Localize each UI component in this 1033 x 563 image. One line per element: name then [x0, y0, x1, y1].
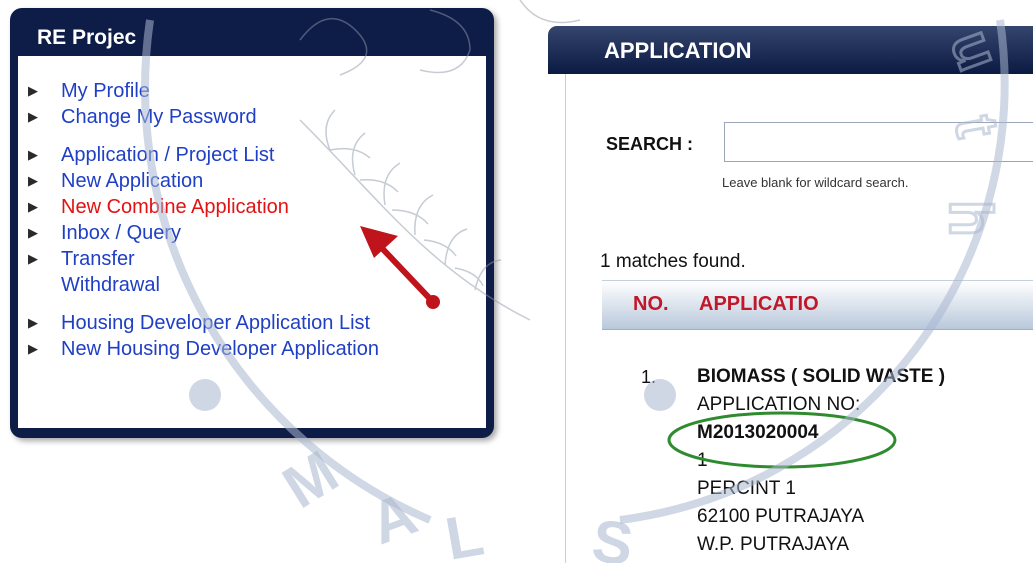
- sidebar-item-transfer-withdrawal[interactable]: ▶ Transfer Withdrawal: [28, 246, 379, 298]
- sidebar-item-label[interactable]: My Profile: [61, 80, 150, 102]
- sidebar-item-label[interactable]: New Combine Application: [61, 196, 289, 218]
- sidebar-menu: ▶ My Profile ▶ Change My Password ▶ Appl…: [28, 78, 379, 362]
- watermark-letter: M: [271, 438, 349, 521]
- sidebar-item-label[interactable]: New Housing Developer Application: [61, 338, 379, 360]
- triangle-bullet-icon: ▶: [28, 147, 38, 162]
- main-header: APPLICATION: [548, 26, 1033, 74]
- address-line: PERCINT 1: [697, 478, 796, 499]
- sidebar-item-inbox-query[interactable]: ▶ Inbox / Query: [28, 220, 379, 246]
- sidebar-item-label[interactable]: Withdrawal: [61, 274, 160, 296]
- sidebar-item-label[interactable]: New Application: [61, 170, 203, 192]
- table-row[interactable]: BIOMASS ( SOLID WASTE ) APPLICATION NO: …: [697, 363, 945, 559]
- search-label: SEARCH :: [606, 134, 694, 154]
- column-header-no: NO.: [633, 293, 669, 315]
- triangle-bullet-icon: ▶: [28, 341, 38, 356]
- table-header: NO. APPLICATIO: [602, 280, 1033, 330]
- watermark-letter: A: [362, 479, 426, 557]
- sidebar-item-label[interactable]: Transfer: [61, 248, 135, 270]
- triangle-bullet-icon: ▶: [28, 251, 38, 266]
- address-line: W.P. PUTRAJAYA: [697, 534, 850, 555]
- pointer-arrow-icon: [360, 226, 440, 309]
- triangle-bullet-icon: ▶: [28, 315, 38, 330]
- triangle-bullet-icon: ▶: [28, 199, 38, 214]
- triangle-bullet-icon: ▶: [28, 173, 38, 188]
- application-number[interactable]: M2013020004: [697, 419, 945, 447]
- sidebar-item-new-housing-developer-application[interactable]: ▶ New Housing Developer Application: [28, 336, 379, 362]
- sidebar-title: RE Projec: [37, 26, 137, 49]
- sidebar-item-label[interactable]: Application / Project List: [61, 144, 274, 166]
- sidebar-item-my-profile[interactable]: ▶ My Profile: [28, 78, 379, 104]
- match-count: 1 matches found.: [600, 251, 746, 272]
- sidebar-item-housing-developer-list[interactable]: ▶ Housing Developer Application List: [28, 310, 379, 336]
- sidebar-item-change-password[interactable]: ▶ Change My Password: [28, 104, 379, 130]
- sidebar-item-label[interactable]: Housing Developer Application List: [61, 312, 370, 334]
- address-line: 1: [697, 450, 708, 471]
- sidebar-item-application-list[interactable]: ▶ Application / Project List: [28, 142, 379, 168]
- sidebar-item-new-combine-application[interactable]: ▶ New Combine Application: [28, 194, 379, 220]
- address-line: 62100 PUTRAJAYA: [697, 506, 865, 527]
- sidebar-item-label[interactable]: Inbox / Query: [61, 222, 181, 244]
- triangle-bullet-icon: ▶: [28, 109, 38, 124]
- search-hint: Leave blank for wildcard search.: [722, 175, 909, 190]
- application-no-label: APPLICATION NO:: [697, 394, 861, 415]
- page-title: APPLICATION: [604, 38, 752, 63]
- column-header-application: APPLICATIO: [699, 293, 819, 315]
- search-input[interactable]: [724, 122, 1033, 162]
- project-type: BIOMASS ( SOLID WASTE ): [697, 366, 946, 387]
- triangle-bullet-icon: ▶: [28, 83, 38, 98]
- sidebar-item-label[interactable]: Change My Password: [61, 106, 257, 128]
- table-row-number: 1.: [641, 367, 657, 387]
- watermark-letter: L: [441, 500, 489, 563]
- triangle-bullet-icon: ▶: [28, 225, 38, 240]
- sidebar-item-new-application[interactable]: ▶ New Application: [28, 168, 379, 194]
